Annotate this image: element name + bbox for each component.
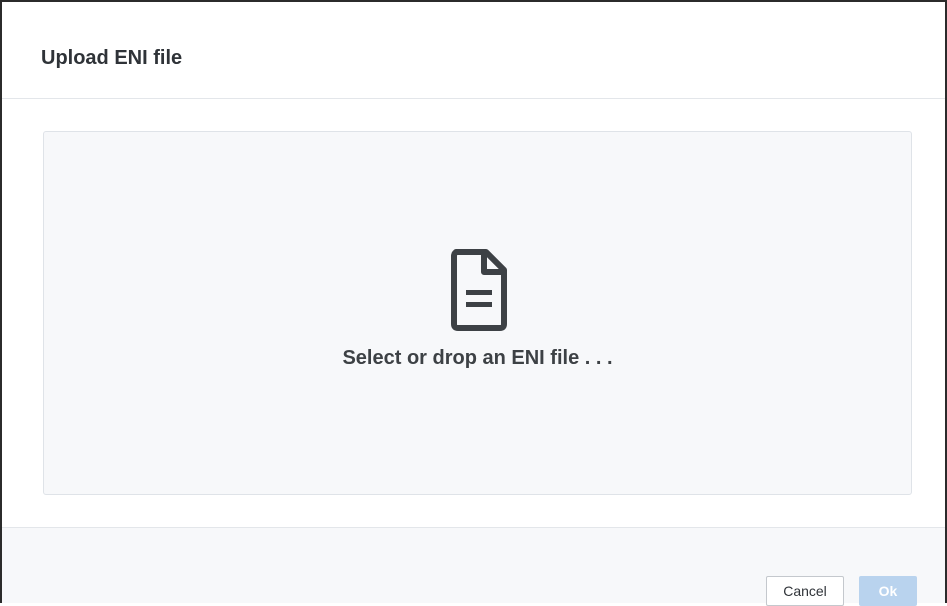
dialog-header: Upload ENI file — [2, 2, 945, 99]
dropzone-prompt: Select or drop an ENI file . . . — [342, 347, 613, 369]
file-text-icon — [451, 249, 507, 331]
dialog-footer: Cancel Ok — [2, 527, 945, 606]
dialog-title: Upload ENI file — [41, 47, 183, 69]
file-dropzone[interactable]: Select or drop an ENI file . . . — [43, 131, 912, 495]
cancel-button[interactable]: Cancel — [766, 576, 844, 606]
ok-button[interactable]: Ok — [859, 576, 917, 606]
dialog-body: Select or drop an ENI file . . . — [2, 99, 945, 527]
upload-eni-dialog: Upload ENI file Select or drop an ENI fi… — [0, 0, 947, 606]
